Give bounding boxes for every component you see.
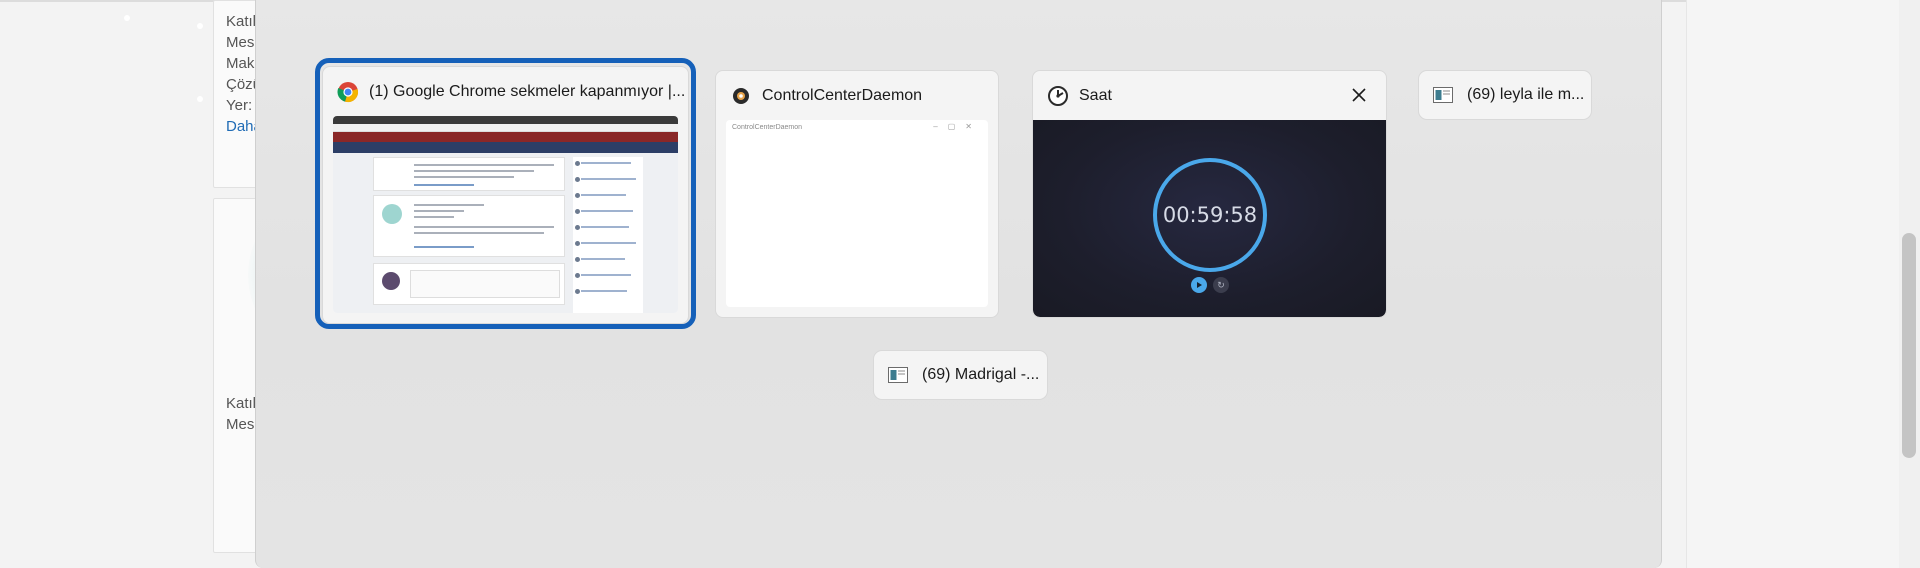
decor-dot [197, 96, 203, 102]
window-pill-madrigal[interactable]: (69) Madrigal -... [873, 350, 1048, 400]
window-title: (69) Madrigal -... [922, 366, 1040, 383]
window-icon [1433, 86, 1453, 104]
window-title: Saat [1079, 86, 1112, 104]
post-meta-line: Çözü [226, 76, 256, 93]
thumb-window-title: ControlCenterDaemon [732, 124, 803, 131]
task-switcher: (1) Google Chrome sekmeler kapanmıyor |.… [255, 0, 1662, 568]
post-meta-line: Katıl [226, 395, 256, 412]
thumb-window-controls: –▢✕ [933, 122, 982, 131]
post-meta-line: Mes [226, 416, 255, 433]
decor-dot [197, 23, 203, 29]
clock-app-icon [1047, 85, 1069, 107]
control-center-icon [730, 85, 752, 107]
decor-dot [124, 15, 130, 21]
right-column [1686, 0, 1920, 568]
more-link[interactable]: Daha [226, 116, 256, 137]
window-thumbnail: ControlCenterDaemon –▢✕ [726, 120, 988, 307]
scrollbar-thumb[interactable] [1902, 233, 1916, 458]
window-card-saat[interactable]: Saat 00:59:58 ↻ [1032, 70, 1387, 318]
window-card-controlcenterdaemon[interactable]: ControlCenterDaemon ControlCenterDaemon … [715, 70, 999, 318]
selection-highlight [315, 58, 696, 329]
close-button[interactable] [1344, 80, 1374, 110]
reset-icon: ↻ [1213, 277, 1229, 293]
window-title-row: Saat [1033, 71, 1386, 120]
window-title-row: ControlCenterDaemon [716, 71, 998, 120]
window-title: ControlCenterDaemon [762, 86, 923, 104]
window-thumbnail: 00:59:58 ↻ [1033, 120, 1386, 317]
post-meta-line: Mes [226, 34, 255, 51]
window-icon [888, 366, 908, 384]
timer-readout: 00:59:58 [1162, 203, 1258, 227]
window-pill-leyla[interactable]: (69) leyla ile m... [1418, 70, 1592, 120]
close-icon [1352, 88, 1366, 102]
post-meta-line: Yer: [226, 97, 253, 114]
post-meta-line: Katıl [226, 13, 256, 30]
play-icon [1191, 277, 1207, 293]
timer-ring: 00:59:58 [1153, 158, 1267, 272]
window-title: (69) leyla ile m... [1467, 86, 1585, 103]
post-meta-line: Mak [226, 55, 255, 72]
